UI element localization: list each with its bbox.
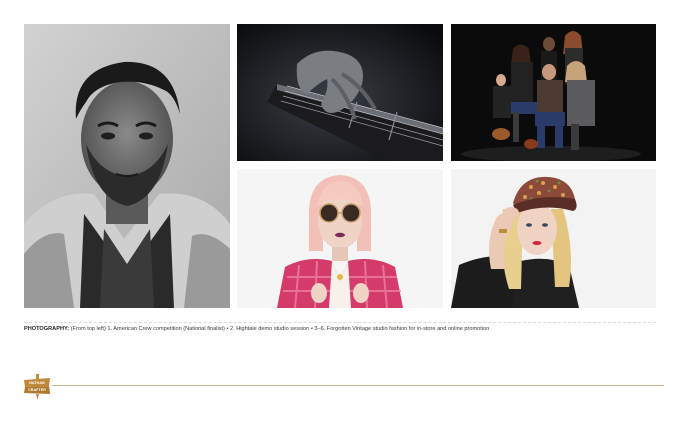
photo-5-forgotten-vintage-cap (451, 169, 656, 308)
photo-caption: PHOTOGRAPHY: (From top left) 1. American… (24, 326, 664, 333)
caption-divider (24, 322, 656, 323)
photo-1-american-crew-portrait (24, 24, 230, 308)
caption-text: (From top left) 1. American Crew competi… (69, 326, 490, 332)
nathan-crafter-logo: NATHAN CRAFTER (22, 374, 52, 400)
photo-2-hightale-guitar (237, 24, 443, 161)
caption-label: PHOTOGRAPHY: (24, 326, 70, 332)
footer-rule (52, 385, 664, 386)
photo-4-forgotten-vintage-sunglasses (237, 169, 443, 308)
photo-3-forgotten-vintage-group (451, 24, 656, 161)
